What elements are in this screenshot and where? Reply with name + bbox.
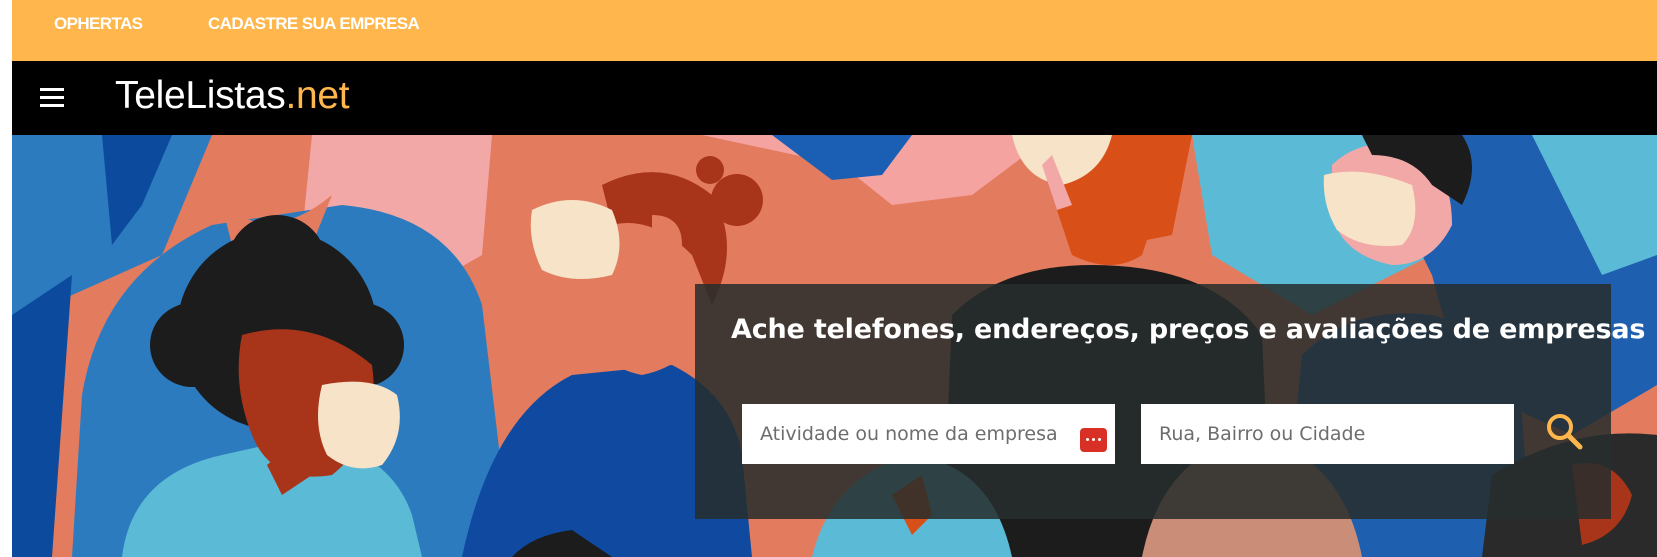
- activity-search-input[interactable]: [742, 404, 1115, 464]
- top-bar: OPHERTAS CADASTRE SUA EMPRESA: [12, 0, 1657, 61]
- dots-menu-icon[interactable]: [1080, 428, 1107, 452]
- hamburger-menu-icon[interactable]: [40, 88, 64, 108]
- search-button[interactable]: [1543, 410, 1587, 454]
- page: OPHERTAS CADASTRE SUA EMPRESA TeleListas…: [12, 0, 1657, 557]
- site-logo[interactable]: TeleListas.net: [115, 74, 350, 118]
- cadastre-empresa-link[interactable]: CADASTRE SUA EMPRESA: [208, 14, 420, 34]
- logo-accent: .net: [285, 74, 350, 117]
- search-headline: Ache telefones, endereços, preços e aval…: [731, 314, 1646, 345]
- search-panel: Ache telefones, endereços, preços e aval…: [695, 284, 1645, 519]
- ophertas-link[interactable]: OPHERTAS: [54, 14, 143, 34]
- navbar: TeleListas.net: [12, 61, 1657, 135]
- page-margin: [0, 0, 12, 557]
- logo-text: TeleListas: [115, 74, 286, 117]
- location-search-input[interactable]: [1141, 404, 1514, 464]
- magnifier-icon: [1547, 414, 1583, 450]
